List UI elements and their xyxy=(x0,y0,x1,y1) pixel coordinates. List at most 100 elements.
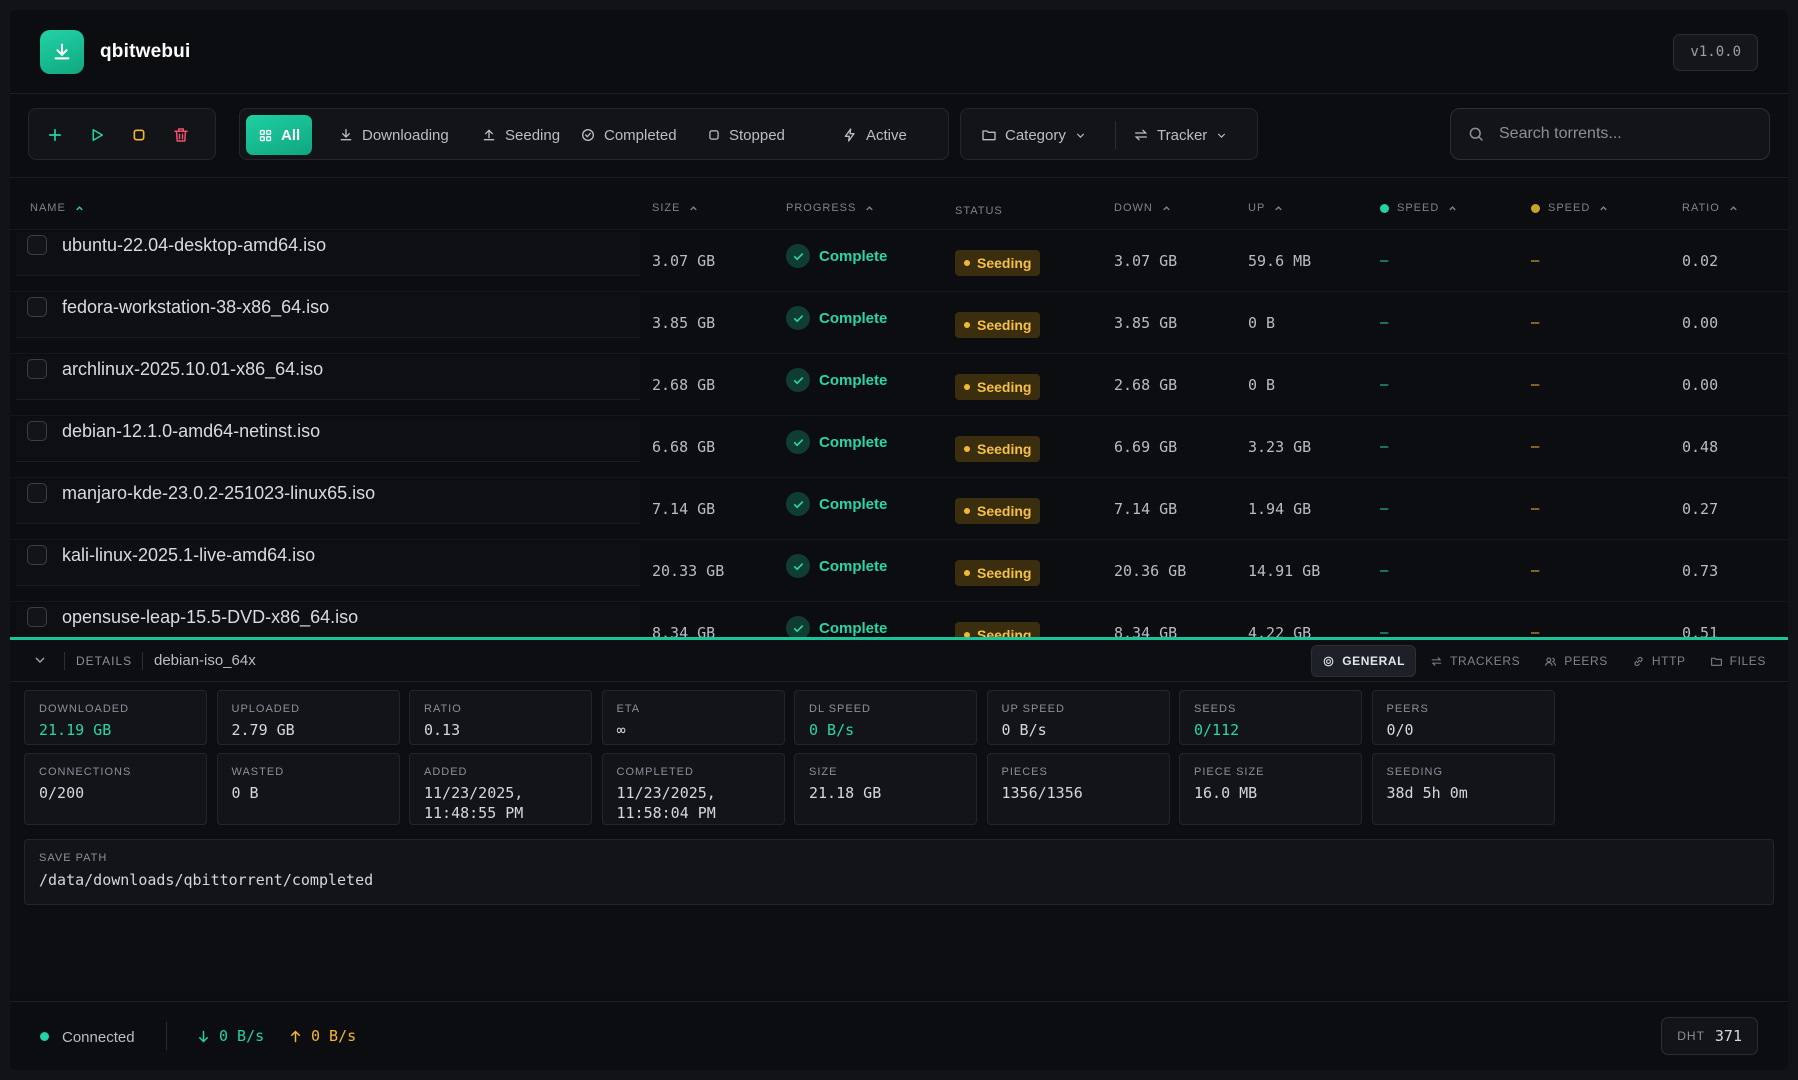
search-input[interactable] xyxy=(1499,125,1749,143)
status-badge: Seeding xyxy=(955,622,1041,637)
users-icon xyxy=(1545,656,1557,666)
tracker-dropdown[interactable]: Tracker xyxy=(1121,115,1240,155)
status-dot-icon xyxy=(964,446,970,452)
stat-label: COMPLETED xyxy=(616,766,694,778)
check-icon xyxy=(786,616,810,637)
version-badge: v1.0.0 xyxy=(1673,34,1758,71)
filter-active[interactable]: Active xyxy=(830,115,919,155)
col-dl-speed[interactable]: SPEED xyxy=(1380,202,1458,214)
row-checkbox[interactable] xyxy=(27,421,47,441)
plus-icon xyxy=(48,128,62,142)
table-row[interactable]: kali-linux-2025.1-live-amd64.iso 20.33 GB… xyxy=(10,540,1788,602)
col-up-speed[interactable]: SPEED xyxy=(1531,202,1609,214)
tab-label: TRACKERS xyxy=(1450,654,1521,668)
filter-label: Completed xyxy=(604,126,677,144)
status-label: Seeding xyxy=(977,565,1032,581)
chevron-down-icon[interactable] xyxy=(32,652,48,668)
row-checkbox[interactable] xyxy=(27,297,47,317)
table-row[interactable]: ubuntu-22.04-desktop-amd64.iso 3.07 GB Com… xyxy=(10,230,1788,292)
status-badge: Seeding xyxy=(955,250,1041,276)
col-status[interactable]: STATUS xyxy=(955,205,1003,217)
col-progress[interactable]: PROGRESS xyxy=(786,202,875,214)
search-box[interactable] xyxy=(1450,108,1770,160)
filter-all[interactable]: All xyxy=(246,115,313,155)
ratio-cell: 0.48 xyxy=(1682,438,1719,456)
folder-icon xyxy=(982,130,996,141)
sort-up-icon xyxy=(690,205,698,210)
add-torrent-button[interactable] xyxy=(41,121,69,149)
swap-icon xyxy=(1431,656,1442,666)
resume-button[interactable] xyxy=(83,121,111,149)
stat-label: DOWNLOADED xyxy=(39,703,130,715)
row-checkbox[interactable] xyxy=(27,607,47,627)
down-cell: 7.14 GB xyxy=(1114,500,1178,518)
size-cell: 6.68 GB xyxy=(652,438,716,456)
details-torrent-name: debian-iso_64x xyxy=(154,652,256,669)
stat-value: ∞ xyxy=(616,721,626,739)
table-row[interactable]: debian-12.1.0-amd64-netinst.iso 6.68 GB Co… xyxy=(10,416,1788,478)
stat-card-seeds: SEEDS 0/112 xyxy=(1179,690,1362,745)
tab-general[interactable]: GENERAL xyxy=(1311,645,1417,677)
row-checkbox[interactable] xyxy=(27,235,47,255)
play-icon xyxy=(92,129,103,141)
stat-label: WASTED xyxy=(231,766,285,778)
stat-value: 21.19 GB xyxy=(39,721,112,739)
up-speed-cell: – xyxy=(1531,252,1540,269)
col-size[interactable]: SIZE xyxy=(652,202,699,214)
arrow-up-icon xyxy=(291,1029,300,1042)
col-down[interactable]: DOWN xyxy=(1114,202,1172,214)
table-row[interactable]: opensuse-leap-15.5-DVD-x86_64.iso 8.34 GB… xyxy=(10,602,1788,637)
stat-card-eta: ETA ∞ xyxy=(601,690,785,745)
filter-completed[interactable]: Completed xyxy=(568,115,689,155)
progress-cell: Complete xyxy=(786,616,887,637)
table-row[interactable]: manjaro-kde-23.0.2-251023-linux65.iso 7.1… xyxy=(10,478,1788,540)
download-dot-icon xyxy=(1380,203,1389,213)
size-cell: 8.34 GB xyxy=(652,624,716,637)
col-up[interactable]: UP xyxy=(1248,202,1284,214)
trash-icon xyxy=(174,128,188,142)
torrent-name: manjaro-kde-23.0.2-251023-linux65.iso xyxy=(62,483,376,503)
download-rate-value: 0 B/s xyxy=(219,1027,265,1045)
stop-square-icon xyxy=(709,130,719,140)
sort-up-icon xyxy=(866,205,874,210)
size-cell: 3.85 GB xyxy=(652,314,716,332)
stat-label: SEEDING xyxy=(1386,766,1444,778)
stat-label: ETA xyxy=(616,703,641,715)
dl-speed-cell: – xyxy=(1380,562,1389,579)
tab-trackers[interactable]: TRACKERS xyxy=(1420,645,1530,677)
category-dropdown[interactable]: Category xyxy=(969,115,1099,155)
pause-button[interactable] xyxy=(125,121,153,149)
check-icon xyxy=(786,554,810,578)
dl-speed-cell: – xyxy=(1380,500,1389,517)
filter-seeding[interactable]: Seeding xyxy=(469,115,572,155)
details-panel: DETAILS debian-iso_64x GENERAL TRACKERS PE… xyxy=(10,637,1788,994)
status-badge: Seeding xyxy=(955,312,1041,338)
arrow-down-icon xyxy=(199,1030,208,1043)
col-ratio[interactable]: RATIO xyxy=(1682,202,1739,214)
stat-card-up-speed: UP SPEED 0 B/s xyxy=(986,690,1170,745)
tab-peers[interactable]: PEERS xyxy=(1534,645,1618,677)
sort-up-icon xyxy=(1600,205,1608,210)
folder-icon xyxy=(1710,657,1722,666)
toolbar: All Downloading Seeding Completed Stoppe… xyxy=(10,94,1788,178)
torrent-name: ubuntu-22.04-desktop-amd64.iso xyxy=(62,235,327,255)
torrent-table: NAME SIZE PROGRESS STATUS DOWN UP SPEED … xyxy=(10,178,1788,637)
tab-files[interactable]: FILES xyxy=(1700,645,1776,677)
up-speed-cell: – xyxy=(1531,562,1540,579)
tab-http[interactable]: HTTP xyxy=(1622,645,1696,677)
table-row[interactable]: archlinux-2025.10.01-x86_64.iso 2.68 GB Co… xyxy=(10,354,1788,416)
stat-card-ratio: RATIO 0.13 xyxy=(409,690,592,745)
table-row[interactable]: fedora-workstation-38-x86_64.iso 3.85 GB C… xyxy=(10,292,1788,354)
row-checkbox[interactable] xyxy=(27,359,47,379)
delete-button[interactable] xyxy=(167,121,195,149)
app-title: qbitwebui xyxy=(100,41,191,62)
status-badge: Seeding xyxy=(955,374,1041,400)
col-name[interactable]: NAME xyxy=(30,202,85,214)
row-checkbox[interactable] xyxy=(27,545,47,565)
filter-stopped[interactable]: Stopped xyxy=(695,115,797,155)
filter-downloading[interactable]: Downloading xyxy=(326,115,461,155)
row-checkbox[interactable] xyxy=(27,483,47,503)
save-path-label: SAVE PATH xyxy=(39,852,108,864)
download-rate: 0 B/s xyxy=(196,1027,264,1045)
stat-value: 21.18 GB xyxy=(809,784,882,802)
